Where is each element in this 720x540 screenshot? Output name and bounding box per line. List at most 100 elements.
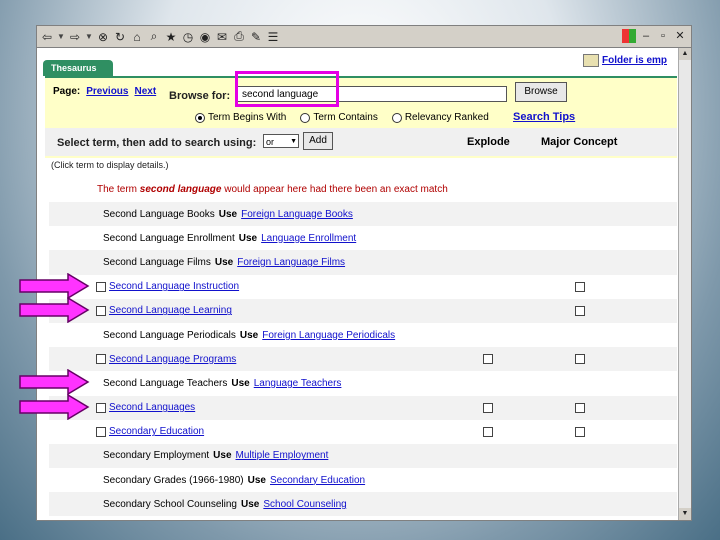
term-entry: Second Language Teachers Use Language Teac… — [103, 378, 341, 389]
scroll-up-icon[interactable]: ▲ — [679, 48, 691, 60]
term-entry: Second Language Enrollment Use Language En… — [103, 233, 356, 244]
no-match-message: The term second language would appear he… — [97, 184, 448, 195]
search-icon[interactable]: ⌕ — [147, 29, 161, 45]
select-term-checkbox[interactable] — [96, 426, 106, 437]
list-item: Second Language Instruction — [49, 275, 677, 299]
page-nav: Page: Previous Next — [53, 86, 156, 97]
list-item: Second Language Enrollment Use Language En… — [49, 226, 677, 250]
favorites-icon[interactable]: ★ — [164, 29, 178, 45]
forward-dropdown-icon[interactable]: ▼ — [85, 29, 93, 45]
select-term-checkbox[interactable] — [96, 402, 106, 413]
select-term-checkbox[interactable] — [96, 305, 106, 316]
term-label: Secondary Grades (1966-1980) — [103, 474, 244, 486]
use-target-link[interactable]: Language Teachers — [254, 378, 342, 389]
use-target-link[interactable]: Secondary Education — [270, 475, 365, 486]
major-concept-checkbox[interactable] — [575, 281, 585, 292]
use-label: Use — [214, 256, 234, 268]
folder-icon — [582, 54, 599, 67]
explode-checkbox[interactable] — [483, 402, 493, 413]
forward-icon[interactable]: ⇨ — [68, 29, 82, 45]
add-button[interactable]: Add — [303, 132, 333, 150]
tab-bar: Thesaurus Folder is emp — [37, 48, 677, 76]
major-concept-checkbox[interactable] — [575, 402, 585, 413]
term-link[interactable]: Second Languages — [109, 402, 195, 413]
list-item: Secondary School Counseling Use School Cou… — [49, 492, 677, 517]
major-concept-checkbox[interactable] — [575, 305, 585, 316]
refresh-icon[interactable]: ↻ — [113, 29, 127, 45]
radio-label: Relevancy Ranked — [404, 112, 489, 123]
minimize-icon[interactable]: – — [639, 29, 653, 43]
list-item: Second Language Learning — [49, 298, 677, 323]
list-item: Second Language Books Use Foreign Language… — [49, 202, 677, 227]
term-entry: Second Language Books Use Foreign Language… — [103, 209, 353, 220]
home-icon[interactable]: ⌂ — [130, 29, 144, 45]
back-icon[interactable]: ⇦ — [40, 29, 54, 45]
media-icon[interactable]: ◉ — [198, 29, 212, 45]
major-concept-checkbox[interactable] — [575, 426, 585, 437]
explode-header: Explode — [467, 136, 510, 148]
term-link[interactable]: Second Language Instruction — [109, 281, 239, 292]
use-target-link[interactable]: Foreign Language Books — [241, 209, 353, 220]
term-label: Second Language Enrollment — [103, 232, 235, 244]
explode-checkbox[interactable] — [483, 426, 493, 437]
pointer-arrow-icon — [19, 296, 90, 323]
select-term-checkbox[interactable] — [96, 281, 106, 292]
mail-icon[interactable]: ✉ — [215, 29, 229, 45]
browser-window: ⇦ ▼ ⇨ ▼ ⊗ ↻ ⌂ ⌕ ★ ◷ ◉ ✉ ⎙ ✎ ☰ – ▫ ✕ Thes… — [36, 25, 692, 521]
print-icon[interactable]: ⎙ — [232, 29, 246, 45]
use-label: Use — [238, 232, 258, 244]
use-target-link[interactable]: School Counseling — [263, 499, 346, 510]
browse-for-label: Browse for: — [169, 90, 231, 102]
term-label: Second Language Books — [103, 208, 215, 220]
operator-select[interactable]: or — [263, 134, 299, 149]
use-label: Use — [239, 329, 259, 341]
term-link[interactable]: Secondary Education — [109, 426, 204, 437]
window-controls: – ▫ ✕ — [622, 29, 687, 43]
back-dropdown-icon[interactable]: ▼ — [57, 29, 65, 45]
restore-icon[interactable]: ▫ — [656, 29, 670, 43]
next-link[interactable]: Next — [134, 86, 156, 97]
list-item: Second Language Periodicals Use Foreign La… — [49, 323, 677, 347]
radio-term-contains[interactable]: Term Contains — [300, 112, 378, 123]
scroll-down-icon[interactable]: ▼ — [679, 508, 691, 520]
discuss-icon[interactable]: ☰ — [266, 29, 280, 45]
use-label: Use — [218, 208, 238, 220]
select-instruction: Select term, then add to search using: — [57, 137, 257, 149]
term-link[interactable]: Second Language Programs — [109, 354, 236, 365]
explode-checkbox[interactable] — [483, 354, 493, 365]
select-term-checkbox[interactable] — [96, 354, 106, 365]
tab-thesaurus[interactable]: Thesaurus — [43, 60, 113, 76]
vertical-scrollbar[interactable]: ▲ ▼ — [678, 48, 691, 520]
windows-logo-icon — [622, 29, 636, 43]
use-target-link[interactable]: Foreign Language Films — [237, 257, 345, 268]
stop-icon[interactable]: ⊗ — [96, 29, 110, 45]
radio-term-begins-with[interactable]: Term Begins With — [195, 112, 286, 123]
term-label: Secondary Employment — [103, 450, 210, 462]
folder-link[interactable]: Folder is emp — [582, 54, 667, 67]
history-icon[interactable]: ◷ — [181, 29, 195, 45]
search-tips-link[interactable]: Search Tips — [513, 111, 575, 123]
radio-selected-icon[interactable] — [195, 112, 205, 123]
radio-icon[interactable] — [391, 112, 402, 123]
term-entry: Secondary Grades (1966-1980) Use Secondary… — [103, 475, 365, 486]
major-concept-checkbox[interactable] — [575, 354, 585, 365]
pointer-arrow-icon — [19, 272, 90, 299]
browse-button[interactable]: Browse — [515, 82, 567, 102]
radio-label: Term Begins With — [208, 112, 287, 123]
radio-relevancy-ranked[interactable]: Relevancy Ranked — [391, 112, 489, 123]
edit-icon[interactable]: ✎ — [249, 29, 263, 45]
radio-label: Term Contains — [313, 112, 378, 123]
term-label: Second Language Films — [103, 256, 211, 268]
use-label: Use — [213, 450, 232, 462]
folder-label[interactable]: Folder is emp — [602, 55, 667, 66]
previous-link[interactable]: Previous — [86, 86, 128, 97]
use-target-link[interactable]: Language Enrollment — [261, 233, 356, 244]
list-item: Secondary Grades (1966-1980) Use Secondary… — [49, 468, 677, 492]
close-icon[interactable]: ✕ — [673, 29, 687, 43]
term-link[interactable]: Second Language Learning — [109, 305, 232, 316]
list-item: Secondary Employment Use Multiple Employme… — [49, 443, 677, 469]
use-target-link[interactable]: Foreign Language Periodicals — [262, 330, 395, 341]
list-item: Second Language Films Use Foreign Language… — [49, 250, 677, 275]
radio-icon[interactable] — [300, 112, 311, 123]
use-target-link[interactable]: Multiple Employment — [236, 450, 329, 461]
